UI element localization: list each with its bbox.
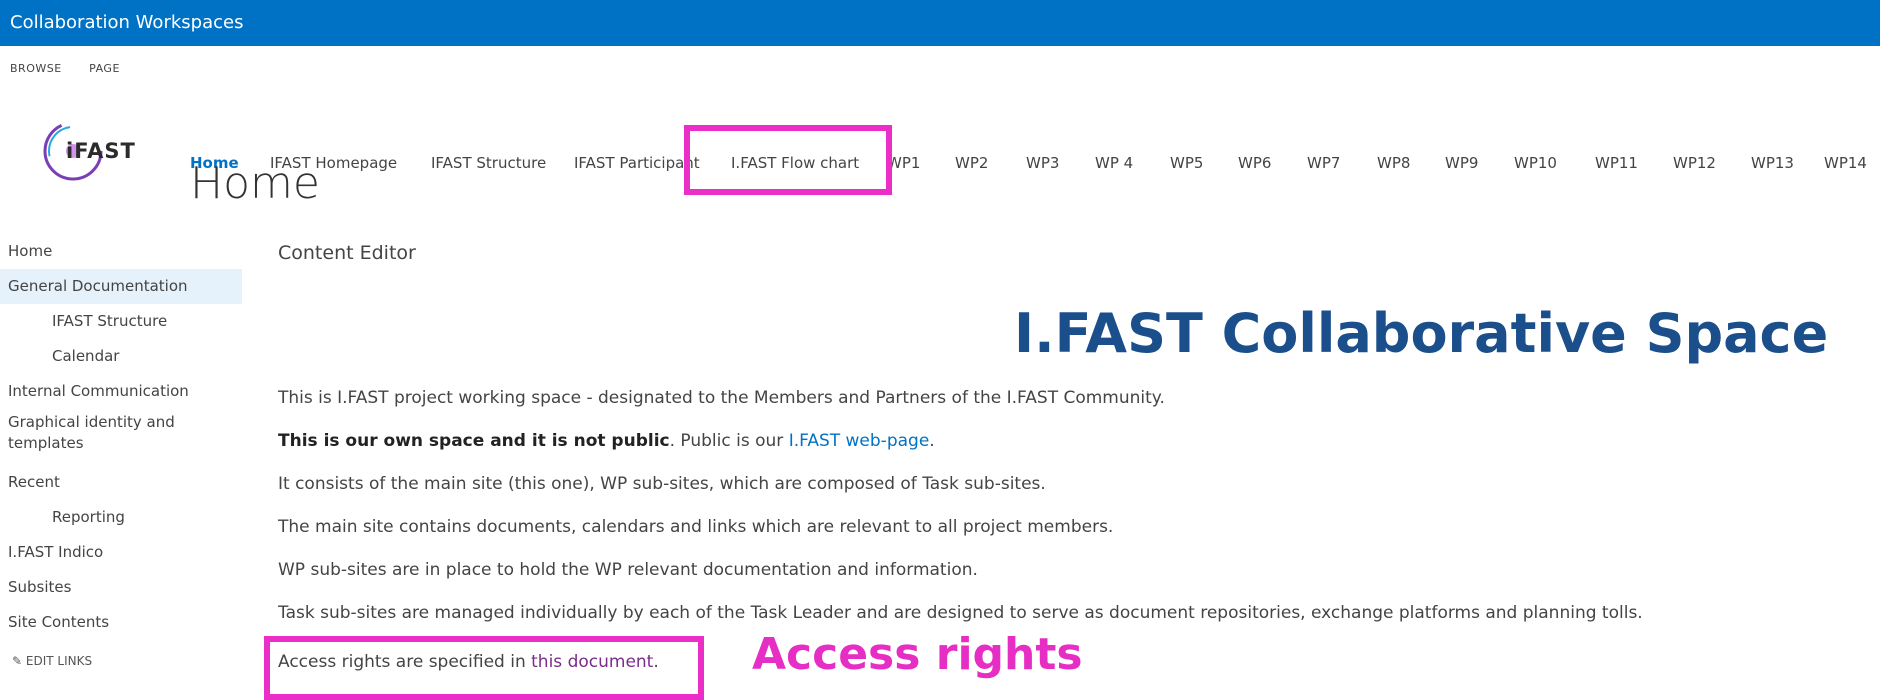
access-rights-annotation: Access rights: [752, 629, 1083, 680]
flow-chart-highlight-box: [684, 125, 892, 195]
top-nav-wp7[interactable]: WP7: [1307, 154, 1340, 172]
top-nav-wp8[interactable]: WP8: [1377, 154, 1410, 172]
pencil-icon: ✎: [12, 654, 23, 668]
ribbon-tabs: BROWSE PAGE: [10, 62, 144, 75]
intro-paragraph: This is I.FAST project working space - d…: [278, 388, 1165, 408]
left-nav-subsites[interactable]: Subsites: [0, 570, 242, 605]
left-nav-general-documentation[interactable]: General Documentation: [0, 269, 242, 304]
collaborative-space-heading: I.FAST Collaborative Space: [1014, 302, 1829, 365]
left-nav-site-contents[interactable]: Site Contents: [0, 605, 242, 640]
task-subsites-paragraph: Task sub-sites are managed individually …: [278, 603, 1643, 623]
top-nav-wp1[interactable]: WP1: [887, 154, 920, 172]
top-nav-wp10[interactable]: WP10: [1514, 154, 1557, 172]
access-rights-highlight-box: [264, 636, 704, 700]
main-site-paragraph: The main site contains documents, calend…: [278, 517, 1114, 537]
left-nav-reporting[interactable]: Reporting: [0, 500, 242, 535]
left-nav-graphical-identity[interactable]: Graphical identity and templates: [0, 409, 242, 465]
top-nav-wp14[interactable]: WP14: [1824, 154, 1867, 172]
public-text: . Public is our: [669, 431, 789, 451]
left-navigation: Home General Documentation IFAST Structu…: [0, 234, 242, 668]
top-nav-ifast-participant[interactable]: IFAST Participant: [574, 154, 700, 172]
page-title: Home: [190, 158, 320, 209]
top-nav-wp6[interactable]: WP6: [1238, 154, 1271, 172]
period: .: [929, 431, 935, 451]
left-nav-recent[interactable]: Recent: [0, 465, 242, 500]
top-nav-wp11[interactable]: WP11: [1595, 154, 1638, 172]
top-nav-wp12[interactable]: WP12: [1673, 154, 1716, 172]
top-nav-wp3[interactable]: WP3: [1026, 154, 1059, 172]
ribbon-tab-page[interactable]: PAGE: [89, 62, 120, 75]
public-paragraph: This is our own space and it is not publ…: [278, 431, 935, 451]
top-nav-wp2[interactable]: WP2: [955, 154, 988, 172]
suite-bar-title[interactable]: Collaboration Workspaces: [10, 0, 243, 46]
wp-subsites-paragraph: WP sub-sites are in place to hold the WP…: [278, 560, 978, 580]
top-nav-wp4[interactable]: WP 4: [1095, 154, 1133, 172]
suite-bar: Collaboration Workspaces: [0, 0, 1880, 46]
left-nav-ifast-indico[interactable]: I.FAST Indico: [0, 535, 242, 570]
top-nav-ifast-structure[interactable]: IFAST Structure: [431, 154, 546, 172]
edit-links-button[interactable]: ✎ EDIT LINKS: [0, 654, 242, 668]
logo-text: iFAST: [66, 139, 136, 163]
ribbon-tab-browse[interactable]: BROWSE: [10, 62, 62, 75]
left-nav-home[interactable]: Home: [0, 234, 242, 269]
edit-links-label: EDIT LINKS: [25, 654, 93, 668]
content-editor-label: Content Editor: [278, 242, 416, 264]
top-nav-wp13[interactable]: WP13: [1751, 154, 1794, 172]
not-public-bold-text: This is our own space and it is not publ…: [278, 431, 670, 451]
top-nav-wp5[interactable]: WP5: [1170, 154, 1203, 172]
left-nav-ifast-structure[interactable]: IFAST Structure: [0, 304, 242, 339]
top-nav-wp9[interactable]: WP9: [1445, 154, 1478, 172]
ifast-web-page-link[interactable]: I.FAST web-page: [789, 431, 930, 451]
left-nav-calendar[interactable]: Calendar: [0, 339, 242, 374]
left-nav-internal-communication[interactable]: Internal Communication: [0, 374, 242, 409]
structure-paragraph: It consists of the main site (this one),…: [278, 474, 1046, 494]
